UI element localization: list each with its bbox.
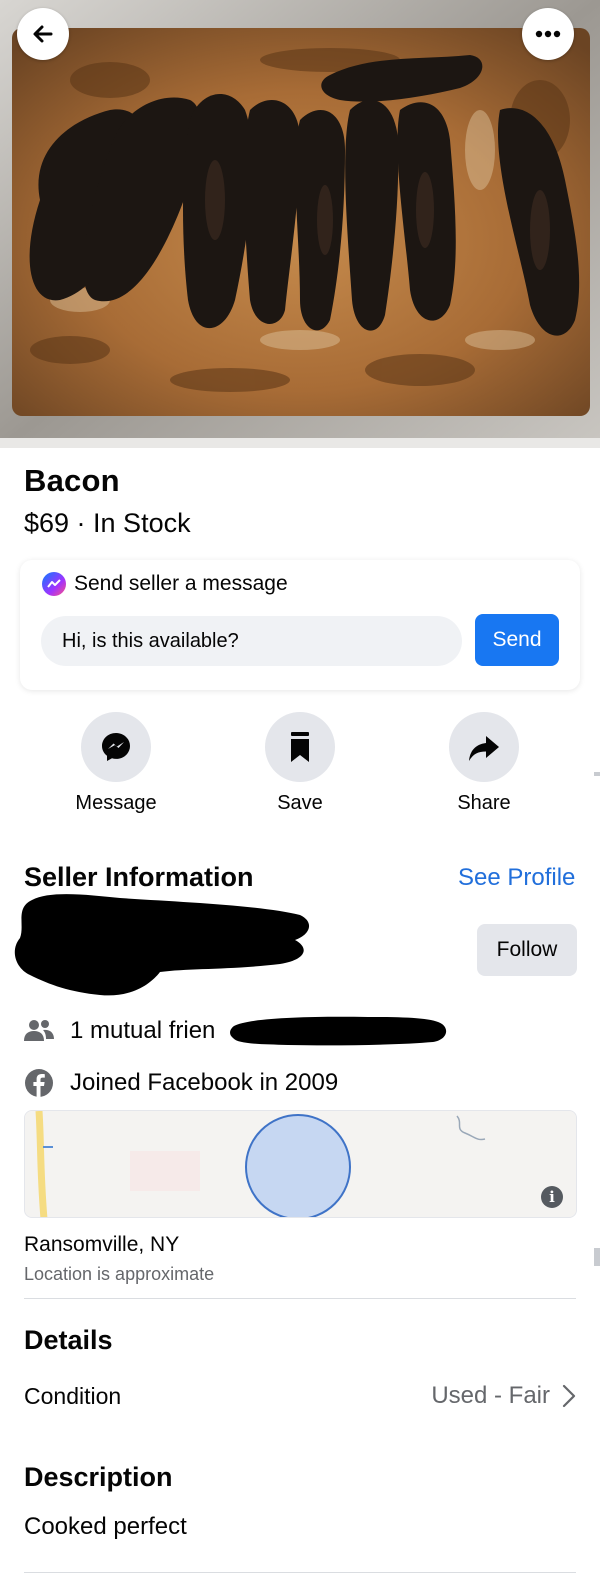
save-action-circle[interactable] [265,712,335,782]
share-action-circle[interactable] [449,712,519,782]
mutual-friends-text: 1 mutual frien [70,1017,216,1044]
price-availability: $69 · In Stock [24,508,191,538]
more-options-button[interactable] [522,8,574,60]
see-profile-link[interactable]: See Profile [458,864,575,892]
listing-photo[interactable] [0,0,600,448]
scroll-indicator [594,1248,600,1266]
chevron-right-icon [562,1384,576,1408]
send-message-label: Send seller a message [74,572,288,595]
share-action-label: Share [457,792,511,814]
follow-button[interactable]: Follow [477,924,577,976]
messenger-icon [42,572,66,596]
description-title: Description [24,1462,173,1492]
burnt-bacon-photo [0,0,600,448]
mutual-friends-row: 1 mutual frien [24,1016,215,1046]
back-button[interactable] [17,8,69,60]
more-dots-icon [535,30,561,38]
section-divider [24,1298,576,1299]
description-text: Cooked perfect [24,1513,187,1540]
redacted-friend-name [230,1016,447,1046]
listing-title: Bacon [24,463,120,498]
send-button[interactable]: Send [475,614,559,666]
friends-icon [24,1020,54,1041]
location-map[interactable] [24,1110,577,1218]
location-note: Location is approximate [24,1264,215,1284]
message-input[interactable] [41,616,462,666]
condition-value: Used - Fair [431,1382,550,1409]
seller-info-title: Seller Information [24,862,254,892]
save-action[interactable]: Save [230,712,370,815]
message-action-label: Message [75,792,157,814]
messenger-icon [102,733,130,761]
share-action[interactable]: Share [414,712,554,815]
map-graphic [25,1111,576,1217]
redacted-seller-name [14,894,310,996]
condition-label: Condition [24,1383,122,1409]
back-arrow-icon [33,25,53,43]
location-city: Ransomville, NY [24,1233,180,1256]
share-arrow-icon [469,736,499,761]
message-action-circle[interactable] [81,712,151,782]
joined-facebook-row: Joined Facebook in 2009 [24,1068,338,1098]
save-action-label: Save [277,792,323,814]
bookmark-icon [291,732,309,762]
facebook-icon [25,1069,53,1097]
map-info-icon[interactable]: i [541,1186,563,1208]
scroll-indicator [594,772,600,776]
condition-row[interactable]: Used - Fair [400,1381,576,1411]
details-title: Details [24,1325,113,1355]
bottom-divider [24,1572,576,1573]
message-action[interactable]: Message [46,712,186,815]
send-message-header: Send seller a message [42,569,288,599]
joined-facebook-text: Joined Facebook in 2009 [70,1069,339,1096]
